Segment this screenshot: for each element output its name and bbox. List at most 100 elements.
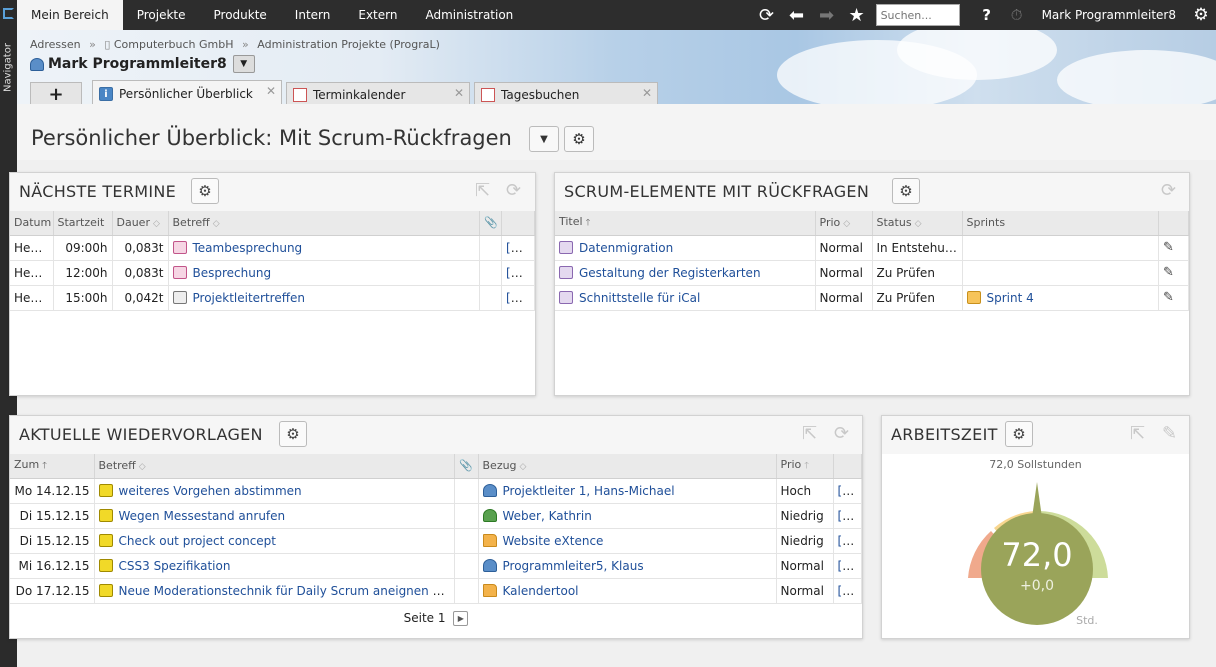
user-name[interactable]: Mark Programmleiter8: [1032, 8, 1186, 22]
scrum-link[interactable]: Schnittstelle für iCal: [579, 291, 700, 305]
page-settings-gear-icon[interactable]: ⚙: [564, 126, 594, 152]
refresh-icon[interactable]: ⟳: [1161, 180, 1176, 201]
col-zum[interactable]: Zum 🡑: [10, 454, 95, 479]
bezug-link[interactable]: Kalendertool: [503, 584, 579, 598]
reminder-icon: [98, 583, 113, 597]
edit-note-icon[interactable]: ✎: [1163, 240, 1174, 255]
table-row[interactable]: Heute 15:00h 0,042t Projektleitertreffen…: [10, 285, 535, 311]
cell-attachment: [454, 553, 479, 579]
table-row[interactable]: Gestaltung der Registerkarten Normal Zu …: [555, 260, 1189, 286]
ok-link[interactable]: [Ok]: [838, 534, 861, 548]
breadcrumb-adressen[interactable]: Adressen: [30, 38, 81, 51]
menu-extern[interactable]: Extern: [344, 0, 411, 30]
export-icon[interactable]: ⇱: [1130, 423, 1145, 444]
context-dropdown-button[interactable]: ▼: [232, 55, 255, 73]
ok-link[interactable]: [Ok]: [838, 509, 861, 523]
wiedervorlage-link[interactable]: Neue Moderationstechnik für Daily Scrum …: [119, 584, 454, 598]
menu-intern[interactable]: Intern: [281, 0, 345, 30]
bezug-link[interactable]: Website eXtence: [503, 534, 604, 548]
col-datum[interactable]: Datum: [10, 211, 54, 236]
wiedervorlage-link[interactable]: Wegen Messestand anrufen: [119, 509, 286, 523]
table-row[interactable]: Heute 09:00h 0,083t Teambesprechung [Ok]: [10, 235, 535, 261]
breadcrumb-admin[interactable]: Administration Projekte (PrograL): [257, 38, 440, 51]
close-icon[interactable]: ✕: [642, 86, 652, 100]
edit-pencil-icon[interactable]: ✎: [1162, 423, 1177, 444]
help-icon[interactable]: ?: [972, 0, 1002, 30]
scrum-link[interactable]: Gestaltung der Registerkarten: [579, 266, 761, 280]
ok-link[interactable]: [Ok]: [838, 484, 861, 498]
bezug-link[interactable]: Projektleiter 1, Hans-Michael: [503, 484, 675, 498]
col-startzeit[interactable]: Startzeit: [53, 211, 113, 236]
cell-ok: [Ok]: [833, 553, 862, 579]
close-icon[interactable]: ✕: [266, 84, 276, 98]
col-bezug[interactable]: Bezug ◇: [478, 454, 777, 479]
table-row[interactable]: Di 15.12.15 Check out project concept We…: [10, 528, 862, 554]
col-status[interactable]: Status ◇: [872, 211, 963, 236]
menu-administration[interactable]: Administration: [411, 0, 527, 30]
termin-link[interactable]: Projektleitertreffen: [193, 291, 306, 305]
close-icon[interactable]: ✕: [454, 86, 464, 100]
col-dauer[interactable]: Dauer ◇: [112, 211, 169, 236]
table-row[interactable]: Do 17.12.15 Neue Moderationstechnik für …: [10, 578, 862, 604]
favorites-star-icon[interactable]: ★: [842, 0, 872, 30]
stopwatch-icon[interactable]: ⏱: [1002, 0, 1032, 30]
table-row[interactable]: Di 15.12.15 Wegen Messestand anrufen Web…: [10, 503, 862, 529]
settings-gear-icon[interactable]: ⚙: [1186, 0, 1216, 30]
table-row[interactable]: Datenmigration Normal In Entstehung ✎: [555, 235, 1189, 261]
view-dropdown-button[interactable]: ▼: [529, 126, 559, 152]
refresh-icon[interactable]: ⟳: [506, 180, 521, 201]
col-betreff[interactable]: Betreff ◇: [94, 454, 455, 479]
table-row[interactable]: Heute 12:00h 0,083t Besprechung [Ok]: [10, 260, 535, 286]
scrum-link[interactable]: Datenmigration: [579, 241, 673, 255]
col-titel[interactable]: Titel 🡑: [555, 211, 816, 236]
ok-link[interactable]: [Ok]: [506, 266, 532, 280]
next-page-icon[interactable]: ▶: [453, 611, 469, 626]
wiedervorlage-link[interactable]: Check out project concept: [119, 534, 277, 548]
bezug-link[interactable]: Programmleiter5, Klaus: [503, 559, 644, 573]
export-icon[interactable]: ⇱: [475, 180, 490, 201]
wiedervorlage-link[interactable]: CSS3 Spezifikation: [119, 559, 231, 573]
table-row[interactable]: Mo 14.12.15 weiteres Vorgehen abstimmen …: [10, 478, 862, 504]
breadcrumb-company[interactable]: Computerbuch GmbH: [114, 38, 234, 51]
add-tab-button[interactable]: +: [30, 82, 82, 104]
panel-naechste-termine: NÄCHSTE TERMINE ⚙ ⇱ ⟳ Datum Startzeit Da…: [9, 172, 536, 396]
back-arrow-icon[interactable]: ⬅: [782, 0, 812, 30]
cell-titel: Schnittstelle für iCal: [555, 285, 816, 311]
tab-terminkalender[interactable]: Terminkalender ✕: [286, 82, 470, 104]
tab-label: Tagesbuchen: [501, 87, 580, 102]
col-sprints[interactable]: Sprints: [962, 211, 1159, 236]
col-betreff[interactable]: Betreff ◇: [168, 211, 480, 236]
table-row[interactable]: Schnittstelle für iCal Normal Zu Prüfen …: [555, 285, 1189, 311]
panel-gear-icon[interactable]: ⚙: [892, 178, 920, 204]
bezug-link[interactable]: Weber, Kathrin: [503, 509, 592, 523]
col-prio[interactable]: Prio ◇: [815, 211, 873, 236]
table-row[interactable]: Mi 16.12.15 CSS3 Spezifikation Programml…: [10, 553, 862, 579]
ok-link[interactable]: [Ok]: [506, 241, 532, 255]
edit-note-icon[interactable]: ✎: [1163, 265, 1174, 280]
edit-note-icon[interactable]: ✎: [1163, 290, 1174, 305]
sprint-link[interactable]: Sprint 4: [987, 291, 1034, 305]
termin-link[interactable]: Teambesprechung: [193, 241, 303, 255]
search-input[interactable]: [875, 4, 960, 26]
tab-label: Persönlicher Überblick: [119, 86, 253, 101]
refresh-icon[interactable]: ⟳: [752, 0, 782, 30]
termin-link[interactable]: Besprechung: [193, 266, 272, 280]
refresh-icon[interactable]: ⟳: [834, 423, 849, 444]
ok-link[interactable]: [Ok]: [506, 291, 532, 305]
panel-gear-icon[interactable]: ⚙: [1005, 421, 1033, 447]
ok-link[interactable]: [Ok]: [838, 584, 861, 598]
col-prio[interactable]: Prio 🡑: [776, 454, 834, 479]
menu-mein-bereich[interactable]: Mein Bereich: [17, 0, 123, 30]
forward-arrow-icon[interactable]: ➡: [812, 0, 842, 30]
export-icon[interactable]: ⇱: [802, 423, 817, 444]
panel-gear-icon[interactable]: ⚙: [279, 421, 307, 447]
wiedervorlage-link[interactable]: weiteres Vorgehen abstimmen: [119, 484, 302, 498]
menu-projekte[interactable]: Projekte: [123, 0, 200, 30]
col-ok: [833, 454, 862, 479]
ok-link[interactable]: [Ok]: [838, 559, 861, 573]
tab-tagesbuchen[interactable]: Tagesbuchen ✕: [474, 82, 658, 104]
tab-persoenlicher-ueberblick[interactable]: i Persönlicher Überblick ✕: [92, 80, 282, 104]
menu-produkte[interactable]: Produkte: [200, 0, 281, 30]
navigator-logo-icon[interactable]: [3, 8, 14, 19]
panel-gear-icon[interactable]: ⚙: [191, 178, 219, 204]
